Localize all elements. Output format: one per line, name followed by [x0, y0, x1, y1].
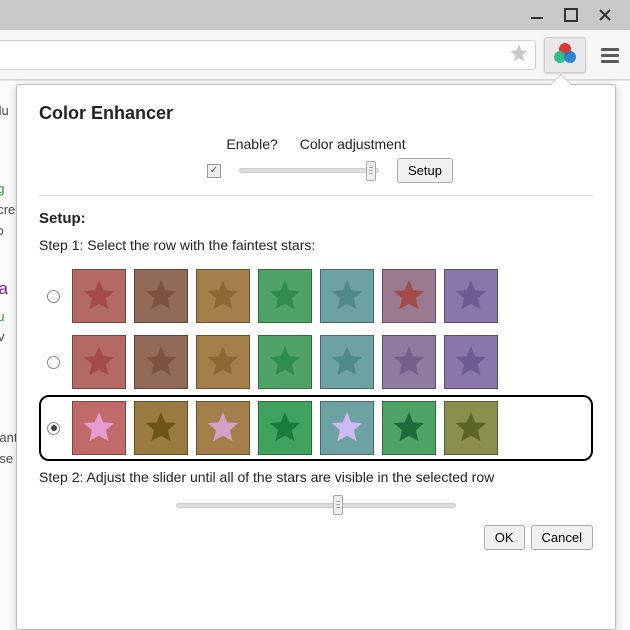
bookmark-star-icon[interactable] — [509, 43, 529, 66]
row-radio[interactable] — [47, 290, 60, 303]
color-swatch — [134, 335, 188, 389]
star-icon — [270, 412, 300, 441]
window-close-button[interactable] — [588, 1, 622, 29]
color-swatch — [72, 401, 126, 455]
row-radio[interactable] — [47, 422, 60, 435]
star-icon — [332, 346, 362, 375]
enable-checkbox[interactable]: ✓ — [207, 164, 221, 178]
extension-popover: Color Enhancer Enable? Color adjustment … — [16, 84, 616, 630]
color-swatch — [134, 269, 188, 323]
color-enhancer-extension-button[interactable] — [544, 37, 586, 73]
step1-text: Step 1: Select the row with the faintest… — [39, 237, 593, 253]
step2-text: Step 2: Adjust the slider until all of t… — [39, 469, 593, 485]
star-icon — [208, 346, 238, 375]
star-row[interactable] — [39, 395, 593, 461]
star-icon — [394, 346, 424, 375]
star-icon — [208, 412, 238, 441]
star-icon — [456, 346, 486, 375]
color-swatch — [444, 335, 498, 389]
footer-buttons: OK Cancel — [39, 525, 593, 550]
star-icon — [146, 412, 176, 441]
star-icon — [332, 280, 362, 309]
star-row[interactable] — [39, 329, 593, 395]
star-icon — [84, 280, 114, 309]
color-swatch — [382, 335, 436, 389]
popover-arrow — [550, 74, 572, 85]
star-icon — [208, 280, 238, 309]
color-swatch — [258, 269, 312, 323]
adjustment-slider[interactable] — [239, 161, 379, 181]
star-icon — [394, 412, 424, 441]
star-icon — [456, 412, 486, 441]
color-swatch — [444, 401, 498, 455]
star-icon — [456, 280, 486, 309]
star-icon — [84, 346, 114, 375]
controls-row: ✓ Setup — [39, 158, 593, 196]
color-swatch — [72, 335, 126, 389]
color-swatch — [196, 269, 250, 323]
star-icon — [146, 346, 176, 375]
star-icon — [394, 280, 424, 309]
cancel-button[interactable]: Cancel — [531, 525, 593, 550]
address-bar[interactable] — [0, 40, 536, 70]
star-icon — [146, 280, 176, 309]
color-swatch — [258, 335, 312, 389]
color-swatch — [320, 269, 374, 323]
star-icon — [270, 346, 300, 375]
ok-button[interactable]: OK — [484, 525, 525, 550]
color-swatch — [72, 269, 126, 323]
color-swatch — [258, 401, 312, 455]
controls-labels: Enable? Color adjustment — [39, 136, 593, 152]
enable-label: Enable? — [226, 136, 277, 152]
color-swatch — [196, 335, 250, 389]
row-radio[interactable] — [47, 356, 60, 369]
star-row[interactable] — [39, 263, 593, 329]
browser-toolbar — [0, 30, 630, 80]
popover-title: Color Enhancer — [39, 103, 593, 124]
color-swatch — [382, 269, 436, 323]
color-swatch — [196, 401, 250, 455]
color-swatch — [382, 401, 436, 455]
setup-heading: Setup: — [39, 210, 593, 227]
color-swatch — [444, 269, 498, 323]
browser-menu-button[interactable] — [592, 37, 628, 73]
star-icon — [84, 412, 114, 441]
window-minimize-button[interactable] — [520, 1, 554, 29]
setup-button[interactable]: Setup — [397, 158, 453, 183]
color-swatch — [134, 401, 188, 455]
color-swatch — [320, 335, 374, 389]
step2-slider[interactable] — [176, 495, 456, 515]
color-swatch — [320, 401, 374, 455]
star-icon — [332, 412, 362, 441]
hamburger-icon — [601, 48, 619, 62]
star-icon — [270, 280, 300, 309]
star-rows-container — [39, 263, 593, 461]
color-enhancer-icon — [553, 42, 577, 67]
window-titlebar — [0, 0, 630, 30]
adjustment-label: Color adjustment — [300, 136, 406, 152]
window-maximize-button[interactable] — [554, 1, 588, 29]
